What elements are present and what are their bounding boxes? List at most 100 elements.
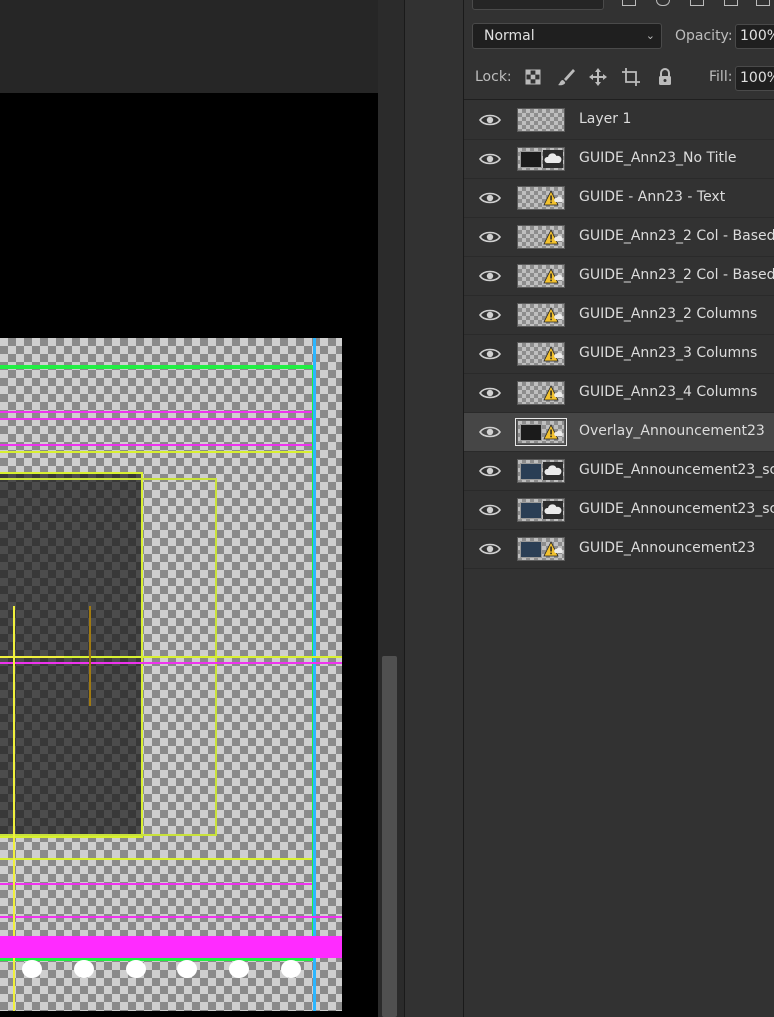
lock-position-icon[interactable] — [588, 67, 608, 87]
filter-smartobject-icon[interactable] — [756, 0, 770, 6]
eye-icon[interactable] — [479, 347, 501, 361]
guide-line-magenta — [0, 883, 312, 885]
pager-dot — [74, 960, 94, 978]
filter-type-icon[interactable] — [690, 0, 704, 6]
layer-name[interactable]: GUIDE_Ann23_4 Columns — [579, 384, 757, 400]
lock-transparent-pixels-icon[interactable] — [523, 67, 543, 87]
layer-thumbnail[interactable] — [517, 108, 565, 132]
eye-icon[interactable] — [479, 113, 501, 127]
layer-name[interactable]: GUIDE_Announcement23_sch — [579, 462, 774, 478]
layers-panel: Normal ⌄ Opacity: 100% Lock: — [464, 0, 774, 1017]
layer-name[interactable]: GUIDE_Ann23_2 Col - Based — [579, 228, 774, 244]
pager-dot — [229, 960, 249, 978]
canvas-area[interactable] — [0, 0, 378, 1017]
layer-row[interactable]: GUIDE_Announcement23_sch — [464, 452, 774, 491]
canvas-vertical-scrollbar[interactable] — [378, 0, 405, 1017]
pager-dot — [281, 960, 301, 978]
layer-row[interactable]: GUIDE_Announcement23 — [464, 530, 774, 569]
layer-row[interactable]: GUIDE - Ann23 - Text — [464, 179, 774, 218]
layer-name[interactable]: GUIDE_Announcement23_sch — [579, 501, 774, 517]
layer-thumbnail[interactable] — [517, 147, 565, 171]
panel-divider — [464, 99, 774, 100]
warning-icon — [543, 229, 563, 245]
lock-artboard-icon[interactable] — [621, 67, 641, 87]
layer-thumbnail[interactable] — [517, 225, 565, 249]
layer-row[interactable]: GUIDE_Ann23_3 Columns — [464, 335, 774, 374]
cloud-icon — [543, 150, 563, 168]
layer-list: Layer 1 GUIDE_Ann23_No Title GUIDE - Ann… — [464, 101, 774, 569]
cloud-icon — [543, 501, 563, 519]
guide-line-magenta — [0, 444, 312, 446]
pager-dot — [126, 960, 146, 978]
panel-dock-gap — [405, 0, 464, 1017]
layer-row[interactable]: GUIDE_Ann23_2 Col - Based — [464, 257, 774, 296]
layer-thumbnail[interactable] — [517, 342, 565, 366]
guide-line-magenta — [0, 916, 342, 918]
eye-icon[interactable] — [479, 152, 501, 166]
warning-icon — [543, 307, 563, 323]
fill-field[interactable]: 100% — [735, 66, 774, 91]
scrollbar-thumb[interactable] — [382, 656, 397, 1017]
thumbnail-preview — [520, 424, 542, 441]
eye-icon[interactable] — [479, 425, 501, 439]
layer-name[interactable]: GUIDE_Ann23_2 Col - Based — [579, 267, 774, 283]
layer-row[interactable]: GUIDE_Ann23_No Title — [464, 140, 774, 179]
guide-crosshair — [0, 656, 64, 658]
filter-kind-select[interactable] — [472, 0, 604, 10]
eye-icon[interactable] — [479, 230, 501, 244]
layer-row[interactable]: GUIDE_Announcement23_sch — [464, 491, 774, 530]
guide-line-cyan — [313, 338, 316, 1011]
layer-thumbnail[interactable] — [515, 418, 567, 446]
layer-thumbnail[interactable] — [517, 264, 565, 288]
pager-dot — [177, 960, 197, 978]
layer-row[interactable]: GUIDE_Ann23_2 Columns — [464, 296, 774, 335]
blend-mode-value: Normal — [484, 28, 535, 44]
eye-icon[interactable] — [479, 308, 501, 322]
warning-icon — [543, 190, 563, 206]
layer-name[interactable]: Layer 1 — [579, 111, 631, 127]
layer-thumbnail[interactable] — [517, 498, 565, 522]
layer-thumbnail[interactable] — [517, 303, 565, 327]
warning-icon — [543, 424, 563, 440]
blend-mode-select[interactable]: Normal ⌄ — [472, 23, 662, 49]
pager-dot — [22, 960, 42, 978]
layer-name[interactable]: Overlay_Announcement23 — [579, 423, 765, 439]
layer-filter-strip — [464, 0, 774, 14]
guide-line-magenta — [0, 411, 312, 413]
layer-row[interactable]: GUIDE_Ann23_4 Columns — [464, 374, 774, 413]
opacity-field[interactable]: 100% — [735, 24, 774, 49]
layer-name[interactable]: GUIDE_Ann23_3 Columns — [579, 345, 757, 361]
filter-pixel-icon[interactable] — [622, 0, 636, 6]
layer-row[interactable]: GUIDE_Ann23_2 Col - Based — [464, 218, 774, 257]
filter-shape-icon[interactable] — [724, 0, 738, 6]
layer-name[interactable]: GUIDE_Ann23_2 Columns — [579, 306, 757, 322]
eye-icon[interactable] — [479, 386, 501, 400]
layer-thumbnail[interactable] — [517, 186, 565, 210]
eye-icon[interactable] — [479, 503, 501, 517]
layer-row[interactable]: Layer 1 — [464, 101, 774, 140]
thumbnail-preview — [520, 541, 542, 558]
lock-all-icon[interactable] — [655, 67, 675, 87]
canvas-pasteboard — [0, 0, 378, 93]
layer-thumbnail[interactable] — [517, 459, 565, 483]
filter-adjustment-icon[interactable] — [656, 0, 670, 6]
eye-icon[interactable] — [479, 191, 501, 205]
opacity-label: Opacity: — [675, 28, 733, 44]
layer-row[interactable]: Overlay_Announcement23 — [464, 413, 774, 452]
layer-thumbnail[interactable] — [517, 381, 565, 405]
layer-name[interactable]: GUIDE_Announcement23 — [579, 540, 755, 556]
layer-name[interactable]: GUIDE - Ann23 - Text — [579, 189, 725, 205]
layer-list-empty-area — [464, 569, 774, 1017]
document-canvas[interactable] — [0, 338, 342, 1011]
eye-icon[interactable] — [479, 542, 501, 556]
fill-label: Fill: — [709, 69, 733, 85]
thumbnail-preview — [520, 463, 542, 480]
lock-image-pixels-icon[interactable] — [556, 67, 576, 87]
chevron-down-icon: ⌄ — [645, 29, 655, 42]
eye-icon[interactable] — [479, 269, 501, 283]
layer-thumbnail[interactable] — [517, 537, 565, 561]
layer-name[interactable]: GUIDE_Ann23_No Title — [579, 150, 736, 166]
eye-icon[interactable] — [479, 464, 501, 478]
guide-line-magenta — [0, 418, 312, 420]
thumbnail-preview — [520, 151, 542, 168]
